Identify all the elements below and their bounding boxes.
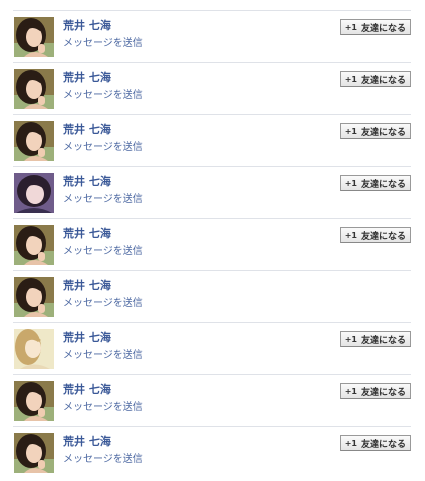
plus-one-icon: +1 — [344, 438, 357, 448]
user-name-link[interactable]: 荒井 七海 — [63, 277, 111, 293]
send-message-link[interactable]: メッセージを送信 — [63, 346, 143, 361]
user-name-link[interactable]: 荒井 七海 — [63, 121, 111, 137]
add-friend-label: 友達になる — [360, 335, 406, 346]
user-name-link[interactable]: 荒井 七海 — [63, 69, 111, 85]
list-item: 荒井 七海 メッセージを送信 +1 友達になる — [13, 166, 411, 218]
add-friend-label: 友達になる — [360, 387, 406, 398]
add-friend-label: 友達になる — [360, 23, 406, 34]
plus-one-icon: +1 — [344, 126, 357, 136]
add-friend-button[interactable]: +1 友達になる — [339, 383, 411, 399]
avatar[interactable] — [14, 69, 54, 109]
user-name-link[interactable]: 荒井 七海 — [63, 225, 111, 241]
user-name-link[interactable]: 荒井 七海 — [63, 329, 111, 345]
add-friend-label: 友達になる — [360, 231, 406, 242]
send-message-link[interactable]: メッセージを送信 — [63, 34, 143, 49]
add-friend-button[interactable]: +1 友達になる — [339, 71, 411, 87]
user-name-link[interactable]: 荒井 七海 — [63, 17, 111, 33]
user-name-link[interactable]: 荒井 七海 — [63, 433, 111, 449]
send-message-link[interactable]: メッセージを送信 — [63, 242, 143, 257]
avatar[interactable] — [14, 433, 54, 473]
list-item: 荒井 七海 メッセージを送信 +1 友達になる — [13, 62, 411, 114]
list-item: 荒井 七海 メッセージを送信 +1 友達になる — [13, 322, 411, 374]
send-message-link[interactable]: メッセージを送信 — [63, 398, 143, 413]
plus-one-icon: +1 — [344, 334, 357, 344]
avatar[interactable] — [14, 329, 54, 369]
avatar[interactable] — [14, 121, 54, 161]
plus-one-icon: +1 — [344, 230, 357, 240]
user-name-link[interactable]: 荒井 七海 — [63, 173, 111, 189]
list-item: 荒井 七海 メッセージを送信 +1 友達になる — [13, 374, 411, 426]
add-friend-button[interactable]: +1 友達になる — [339, 227, 411, 243]
list-item: 荒井 七海 メッセージを送信 +1 友達になる — [13, 114, 411, 166]
send-message-link[interactable]: メッセージを送信 — [63, 294, 143, 309]
list-item: 荒井 七海 メッセージを送信 — [13, 270, 411, 322]
add-friend-button[interactable]: +1 友達になる — [339, 435, 411, 451]
avatar[interactable] — [14, 277, 54, 317]
avatar[interactable] — [14, 381, 54, 421]
send-message-link[interactable]: メッセージを送信 — [63, 450, 143, 465]
add-friend-button[interactable]: +1 友達になる — [339, 123, 411, 139]
list-item: 荒井 七海 メッセージを送信 +1 友達になる — [13, 10, 411, 62]
add-friend-label: 友達になる — [360, 75, 406, 86]
avatar[interactable] — [14, 173, 54, 213]
add-friend-label: 友達になる — [360, 127, 406, 138]
plus-one-icon: +1 — [344, 22, 357, 32]
add-friend-label: 友達になる — [360, 179, 406, 190]
add-friend-button[interactable]: +1 友達になる — [339, 331, 411, 347]
send-message-link[interactable]: メッセージを送信 — [63, 86, 143, 101]
user-name-link[interactable]: 荒井 七海 — [63, 381, 111, 397]
send-message-link[interactable]: メッセージを送信 — [63, 190, 143, 205]
list-item: 荒井 七海 メッセージを送信 +1 友達になる — [13, 218, 411, 270]
add-friend-button[interactable]: +1 友達になる — [339, 175, 411, 191]
plus-one-icon: +1 — [344, 178, 357, 188]
avatar[interactable] — [14, 225, 54, 265]
add-friend-button[interactable]: +1 友達になる — [339, 19, 411, 35]
list-item: 荒井 七海 メッセージを送信 +1 友達になる — [13, 426, 411, 478]
add-friend-label: 友達になる — [360, 439, 406, 450]
avatar[interactable] — [14, 17, 54, 57]
plus-one-icon: +1 — [344, 386, 357, 396]
send-message-link[interactable]: メッセージを送信 — [63, 138, 143, 153]
plus-one-icon: +1 — [344, 74, 357, 84]
friend-suggestion-list: 荒井 七海 メッセージを送信 +1 友達になる 荒井 七海 メッセージを送信 +… — [13, 10, 411, 478]
